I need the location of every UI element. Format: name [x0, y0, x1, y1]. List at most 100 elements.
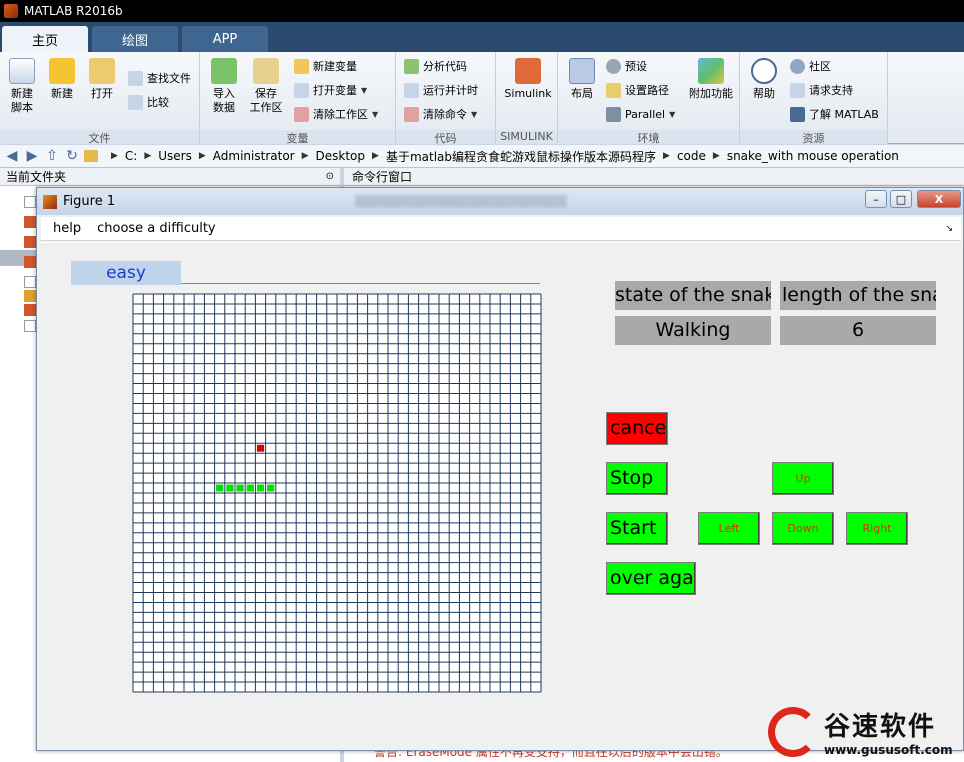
- cancel-button[interactable]: cancel: [606, 412, 668, 445]
- save-icon: [253, 58, 279, 84]
- new-script-button[interactable]: 新建 脚本: [0, 56, 44, 115]
- panel-menu-icon[interactable]: ⊙: [326, 168, 334, 186]
- help-button[interactable]: 帮助: [742, 56, 786, 101]
- fig-file-icon[interactable]: [24, 304, 36, 316]
- minimize-button[interactable]: –: [865, 190, 887, 208]
- game-grid[interactable]: [132, 293, 542, 693]
- layout-icon: [569, 58, 595, 84]
- menu-help[interactable]: help: [53, 221, 81, 236]
- close-button[interactable]: X: [917, 190, 961, 208]
- forward-arrow-icon[interactable]: ▶: [24, 148, 40, 164]
- folder-icon: [84, 150, 98, 162]
- snake-segment: [256, 484, 265, 492]
- watermark-name: 谷速软件: [824, 712, 937, 742]
- path-segment[interactable]: snake_with mouse operation: [727, 149, 899, 163]
- left-button[interactable]: Left: [698, 512, 760, 545]
- run-time-icon: [404, 82, 419, 98]
- browse-folder-icon[interactable]: ↻: [64, 148, 80, 164]
- simulink-group: Simulink SIMULINK: [496, 52, 558, 144]
- group-title: 环境: [558, 130, 739, 145]
- app-title: MATLAB R2016b: [24, 4, 123, 18]
- plus-icon: [49, 58, 75, 84]
- request-support-button[interactable]: 请求支持: [790, 80, 853, 100]
- clear-workspace-button[interactable]: 清除工作区 ▼: [294, 104, 378, 124]
- save-workspace-button[interactable]: 保存 工作区: [244, 56, 288, 115]
- over-again-button[interactable]: over again: [606, 562, 696, 595]
- stop-button[interactable]: Stop: [606, 462, 668, 495]
- open-variable-button[interactable]: 打开变量 ▼: [294, 80, 367, 100]
- path-segment[interactable]: code: [677, 149, 706, 163]
- group-title: 代码: [396, 130, 495, 145]
- snake-segment: [226, 484, 234, 492]
- import-data-button[interactable]: 导入 数据: [202, 56, 246, 115]
- difficulty-label: easy: [71, 261, 181, 285]
- matlab-logo-icon: [4, 4, 18, 18]
- right-button[interactable]: Right: [846, 512, 908, 545]
- figure-window: Figure 1 ▒▒▒▒▒▒▒▒▒▒▒▒▒▒▒▒▒▒▒▒▒▒▒▒▒ – □ X…: [36, 187, 964, 751]
- path-segment[interactable]: 基于matlab编程贪食蛇游戏鼠标操作版本源码程序: [386, 148, 656, 165]
- maximize-button[interactable]: □: [890, 190, 912, 208]
- learn-matlab-button[interactable]: 了解 MATLAB: [790, 104, 879, 124]
- add-ons-icon: [698, 58, 724, 84]
- new-variable-button[interactable]: 新建变量: [294, 56, 357, 76]
- back-arrow-icon[interactable]: ◀: [4, 148, 20, 164]
- file-icon[interactable]: [24, 196, 36, 208]
- simulink-button[interactable]: Simulink: [500, 56, 556, 101]
- divider-line: [181, 283, 540, 284]
- preferences-button[interactable]: 预设: [606, 56, 647, 76]
- length-value: 6: [780, 316, 936, 345]
- new-button[interactable]: 新建: [40, 56, 84, 101]
- gear-icon: [606, 58, 621, 74]
- start-button[interactable]: Start: [606, 512, 668, 545]
- analyze-code-button[interactable]: 分析代码: [404, 56, 467, 76]
- fig-file-icon[interactable]: [24, 236, 36, 248]
- tab-plots[interactable]: 绘图: [92, 26, 178, 52]
- up-button[interactable]: Up: [772, 462, 834, 495]
- state-value: Walking: [615, 316, 771, 345]
- help-icon: [751, 58, 777, 84]
- fig-file-icon[interactable]: [24, 216, 36, 228]
- set-path-button[interactable]: 设置路径: [606, 80, 669, 100]
- simulink-icon: [515, 58, 541, 84]
- community-button[interactable]: 社区: [790, 56, 831, 76]
- run-and-time-button[interactable]: 运行并计时: [404, 80, 478, 100]
- figure-canvas: easy state of the snake length of the sn…: [41, 242, 961, 746]
- clear-commands-icon: [404, 106, 419, 122]
- new-variable-icon: [294, 58, 309, 74]
- matlab-logo-icon: [43, 194, 57, 209]
- group-title: 资源: [740, 130, 887, 145]
- menu-choose-difficulty[interactable]: choose a difficulty: [97, 221, 216, 236]
- code-group: 分析代码 运行并计时 清除命令 ▼ 代码: [396, 52, 496, 145]
- address-bar: ◀ ▶ ⇧ ↻ ▶ C: ▶ Users ▶ Administrator ▶ Desk…: [0, 145, 964, 168]
- fig-file-icon[interactable]: [24, 256, 36, 268]
- path-segment[interactable]: Desktop: [316, 149, 366, 163]
- file-icon[interactable]: [24, 276, 36, 288]
- find-files-button[interactable]: 查找文件: [128, 68, 191, 88]
- parallel-button[interactable]: Parallel ▼: [606, 104, 675, 124]
- figure-menu-bar: help choose a difficulty ↘: [41, 217, 961, 241]
- group-title: SIMULINK: [496, 130, 557, 144]
- up-folder-icon[interactable]: ⇧: [44, 148, 60, 164]
- file-icon[interactable]: [24, 320, 36, 332]
- layout-button[interactable]: 布局: [560, 56, 604, 101]
- compare-button[interactable]: 比较: [128, 92, 169, 112]
- compare-icon: [128, 94, 143, 110]
- path-segment[interactable]: Administrator: [213, 149, 295, 163]
- function-file-icon[interactable]: [24, 290, 36, 302]
- clear-commands-button[interactable]: 清除命令 ▼: [404, 104, 477, 124]
- tab-home[interactable]: 主页: [2, 26, 88, 52]
- path-segment[interactable]: Users: [158, 149, 192, 163]
- current-folder-header: 当前文件夹 ⊙: [0, 168, 340, 186]
- add-ons-button[interactable]: 附加功能: [686, 56, 736, 101]
- variable-group: 导入 数据 保存 工作区 新建变量 打开变量 ▼ 清除工作区 ▼ 变量: [200, 52, 396, 145]
- ribbon-toolbar: 新建 脚本 新建 打开 查找文件 比较 文件 导入 数据 保存 工作区 新建变量…: [0, 52, 964, 145]
- down-button[interactable]: Down: [772, 512, 834, 545]
- command-window-header: 命令行窗口: [344, 168, 964, 186]
- path-segment[interactable]: C:: [125, 149, 137, 163]
- dock-arrow-icon[interactable]: ↘: [945, 224, 953, 234]
- group-title: 变量: [200, 130, 395, 145]
- open-button[interactable]: 打开: [80, 56, 124, 101]
- resources-group: 帮助 社区 请求支持 了解 MATLAB 资源: [740, 52, 888, 145]
- tab-apps[interactable]: APP: [182, 26, 268, 52]
- figure-title-bar[interactable]: Figure 1 ▒▒▒▒▒▒▒▒▒▒▒▒▒▒▒▒▒▒▒▒▒▒▒▒▒ – □ X: [37, 188, 963, 215]
